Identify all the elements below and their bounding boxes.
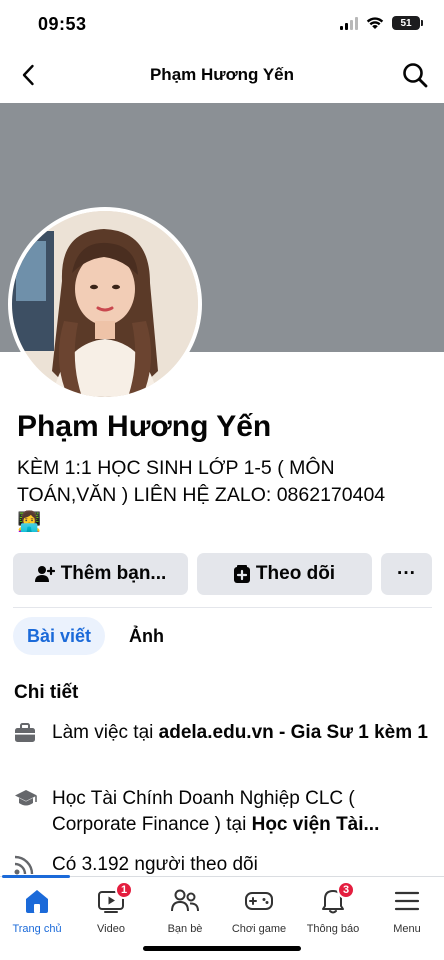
add-friend-button[interactable]: Thêm bạn... (13, 553, 188, 595)
add-friend-label: Thêm bạn... (60, 563, 167, 584)
profile-avatar[interactable] (8, 207, 202, 401)
video-badge: 1 (115, 881, 133, 899)
profile-actions: Thêm bạn... Theo dõi ··· (13, 553, 432, 595)
active-tab-indicator (2, 875, 70, 878)
home-icon (26, 890, 48, 913)
detail-followers: Có 3.192 người theo dõi (14, 852, 434, 876)
wifi-icon (366, 17, 384, 29)
tab-photos[interactable]: Ảnh (115, 617, 178, 655)
followers-count[interactable]: Có 3.192 người theo dõi (52, 852, 258, 876)
avatar-image (12, 211, 198, 397)
briefcase-icon (15, 723, 35, 742)
nav-video[interactable]: 1 Video (74, 881, 148, 935)
graduation-cap-icon (15, 790, 37, 806)
profile-bio: KÈM 1:1 HỌC SINH LỚP 1-5 ( MÔN TOÁN,VĂN … (17, 455, 437, 536)
details-title: Chi tiết (14, 682, 79, 703)
bio-text: KÈM 1:1 HỌC SINH LỚP 1-5 ( MÔN TOÁN,VĂN … (17, 457, 386, 506)
profile-header: Phạm Hương Yến (0, 52, 444, 98)
follow-icon (233, 565, 250, 583)
status-bar: 09:53 51 (0, 0, 444, 50)
tab-posts[interactable]: Bài viết (13, 617, 106, 655)
gamepad-icon (245, 892, 273, 910)
header-title: Phạm Hương Yến (149, 65, 295, 84)
more-button[interactable]: ··· (381, 553, 432, 595)
add-friend-icon (34, 566, 55, 582)
status-time: 09:53 (38, 14, 87, 34)
search-button[interactable] (400, 60, 430, 90)
follow-button[interactable]: Theo dõi (197, 553, 372, 595)
profile-tabs: Bài viết Ảnh (13, 617, 178, 655)
avatar-photo (12, 211, 198, 397)
nav-notifications[interactable]: 3 Thông báo (296, 881, 370, 935)
friends-icon (171, 889, 199, 912)
nav-home[interactable]: Trang chủ (0, 885, 74, 935)
rss-icon (14, 855, 34, 875)
menu-icon (394, 891, 420, 911)
divider (13, 607, 432, 608)
signal-icon (340, 16, 358, 30)
search-icon (403, 63, 428, 88)
status-icons: 51 (340, 16, 423, 30)
nav-menu[interactable]: Menu (370, 885, 444, 935)
profile-name: Phạm Hương Yến (17, 410, 272, 443)
detail-education: Học Tài Chính Doanh Nghiệp CLC ( Corpora… (14, 786, 434, 838)
more-icon: ··· (397, 563, 416, 584)
work-place[interactable]: adela.edu.vn - Gia Sư 1 kèm 1 (159, 722, 428, 743)
study-place[interactable]: Học viện Tài... (252, 814, 380, 835)
bio-emoji: 👩‍💻 (17, 511, 42, 533)
battery-icon: 51 (392, 16, 423, 30)
detail-work: Làm việc tại adela.edu.vn - Gia Sư 1 kèm… (14, 720, 434, 748)
nav-friends[interactable]: Bạn bè (148, 885, 222, 935)
home-indicator[interactable] (143, 946, 301, 951)
notification-badge: 3 (337, 881, 355, 899)
nav-gaming[interactable]: Chơi game (222, 885, 296, 935)
follow-label: Theo dõi (255, 563, 336, 584)
work-prefix: Làm việc tại (52, 722, 159, 743)
